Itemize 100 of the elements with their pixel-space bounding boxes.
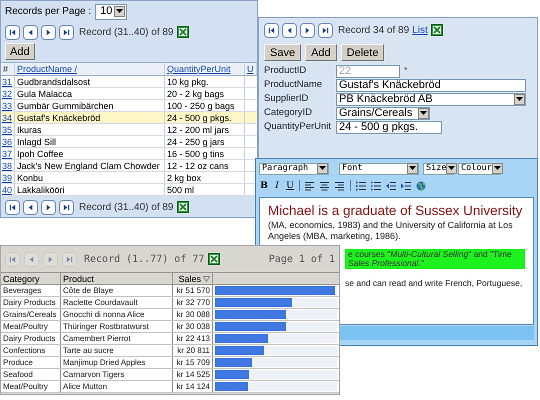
table-cell: 12 - 12 oz cans (167, 160, 229, 170)
format-select[interactable]: Paragraph (259, 162, 329, 174)
next-icon (44, 202, 53, 212)
spreadsheet-export-icon[interactable] (430, 24, 443, 36)
table-cell: Ipoh Coffee (17, 148, 64, 158)
record-count: Record 34 of 89 (338, 24, 410, 38)
table-cell: Côte de Blaye (63, 286, 114, 295)
selected-row[interactable]: 34 Gustaf's Knäckebröd 24 - 500 g pkgs. (1, 112, 257, 124)
row-number-link[interactable]: 35 (2, 124, 12, 134)
next-icon (303, 26, 312, 34)
prev-page-button[interactable] (23, 200, 38, 215)
first-page-icon (8, 202, 17, 212)
first-page-icon (8, 28, 17, 37)
size-select[interactable]: Size (423, 162, 454, 174)
indent-icon[interactable] (401, 180, 411, 190)
table-cell: Camembert Pierrot (63, 334, 131, 343)
page-size-select[interactable]: 10 (95, 4, 128, 20)
table-cell: 500 ml (167, 184, 194, 194)
row-number-link[interactable]: 40 (2, 184, 12, 194)
spreadsheet-export-icon[interactable] (208, 253, 220, 265)
column-header-link[interactable]: U (247, 64, 254, 74)
table-cell: Inlagd Sill (17, 136, 56, 146)
format-button[interactable]: U (286, 180, 294, 190)
row-number-link[interactable]: 39 (2, 172, 12, 182)
required-mark: * (404, 64, 408, 78)
row-number-link[interactable]: 34 (2, 112, 12, 122)
row-number-link[interactable]: 33 (2, 100, 12, 110)
table-cell: Konbu (17, 172, 44, 182)
table-cell: Lakkalikööri (17, 184, 65, 194)
input-field[interactable]: Gustaf's Knäckebröd (336, 78, 526, 92)
first-page-button[interactable] (264, 22, 279, 38)
prev-page-button[interactable] (282, 22, 297, 38)
last-page-icon (62, 28, 71, 37)
font-select[interactable]: Font (339, 162, 419, 174)
select-field[interactable]: Grains/Cereals (336, 106, 430, 120)
row-number-link[interactable]: 31 (2, 76, 12, 86)
previous-icon (27, 254, 36, 264)
spreadsheet-export-icon[interactable] (176, 26, 188, 38)
last-page-button[interactable] (59, 200, 74, 215)
row-number-link[interactable]: 36 (2, 136, 12, 146)
field-label: QuantityPerUnit (264, 120, 332, 134)
page-indicator: Page 1 of 1 (268, 252, 335, 266)
table-cell: Gumbär Gummibärchen (17, 100, 114, 110)
colour-select[interactable]: Colour (458, 162, 501, 174)
globe-icon[interactable] (416, 180, 426, 190)
first-page-icon (8, 254, 17, 264)
table-cell: kr 20 811 (177, 346, 210, 355)
field-label: ProductName (264, 78, 324, 92)
paragraph-text: Michael is a graduate of Sussex University (MA, economics, 1983) and the University of California at Los Angeles (MBA, marketing, 1986). (268, 202, 524, 242)
table-cell: Ikuras (17, 124, 42, 134)
table-cell: Raclette Courdavault (63, 298, 138, 307)
table-cell: Tarte au sucre (63, 346, 114, 355)
last-page-icon (65, 254, 74, 264)
next-icon (46, 254, 55, 264)
table-cell: 24 - 500 g pkgs. (167, 112, 232, 122)
numbered-list-icon[interactable] (356, 180, 366, 190)
field-label: ProductID (264, 64, 308, 78)
table-cell: Meat/Poultry (3, 322, 48, 331)
next-page-button[interactable] (41, 24, 56, 40)
row-number-link[interactable]: 32 (2, 88, 12, 98)
next-page-button[interactable] (41, 200, 56, 215)
select-field[interactable]: PB Knäckebröd AB (336, 92, 526, 106)
form-button[interactable]: Delete (340, 44, 384, 60)
form-button[interactable]: Add (305, 44, 337, 60)
format-button[interactable]: I (273, 180, 281, 190)
last-page-button[interactable] (59, 24, 74, 40)
add-button[interactable]: Add (5, 43, 35, 60)
table-cell: 20 - 2 kg bags (167, 88, 224, 98)
table-cell: Thüringer Rostbratwurst (63, 322, 149, 331)
last-page-button[interactable] (318, 22, 333, 38)
align-left-icon[interactable] (305, 180, 315, 190)
column-header-link[interactable]: QuantityPerUnit (167, 64, 231, 74)
form-button[interactable]: Save (264, 44, 302, 60)
column-header[interactable]: Category (3, 272, 40, 284)
spreadsheet-export-icon[interactable] (176, 201, 188, 214)
column-header[interactable]: Sales (178, 272, 201, 284)
first-page-button[interactable] (5, 24, 20, 40)
row-number-link[interactable]: 38 (2, 160, 12, 170)
list-link[interactable]: List (412, 22, 428, 38)
bulleted-list-icon[interactable] (371, 180, 381, 190)
column-header: # (3, 64, 8, 74)
previous-icon (26, 202, 35, 212)
input-field[interactable]: 24 - 500 g pkgs. (336, 120, 442, 134)
table-cell: Gudbrandsdalsost (17, 76, 90, 86)
row-number-link[interactable]: 37 (2, 148, 12, 158)
table-cell: Dairy Products (3, 298, 56, 307)
align-right-icon[interactable] (335, 180, 345, 190)
last-page-icon (62, 202, 71, 212)
prev-page-button[interactable] (23, 24, 38, 40)
paragraph-text: se and can read and write French, Portuguese, (345, 277, 524, 290)
format-button[interactable]: B (260, 180, 268, 190)
table-cell: Alice Mutton (63, 382, 108, 391)
column-header-link[interactable]: ProductName / (17, 64, 78, 74)
outdent-icon[interactable] (386, 180, 396, 190)
first-page-button[interactable] (5, 200, 20, 215)
table-cell: Dairy Products (3, 334, 56, 343)
table-cell: kr 22 413 (176, 334, 210, 343)
next-page-button[interactable] (300, 22, 315, 38)
column-header[interactable]: Product (63, 272, 94, 284)
align-center-icon[interactable] (320, 180, 330, 190)
